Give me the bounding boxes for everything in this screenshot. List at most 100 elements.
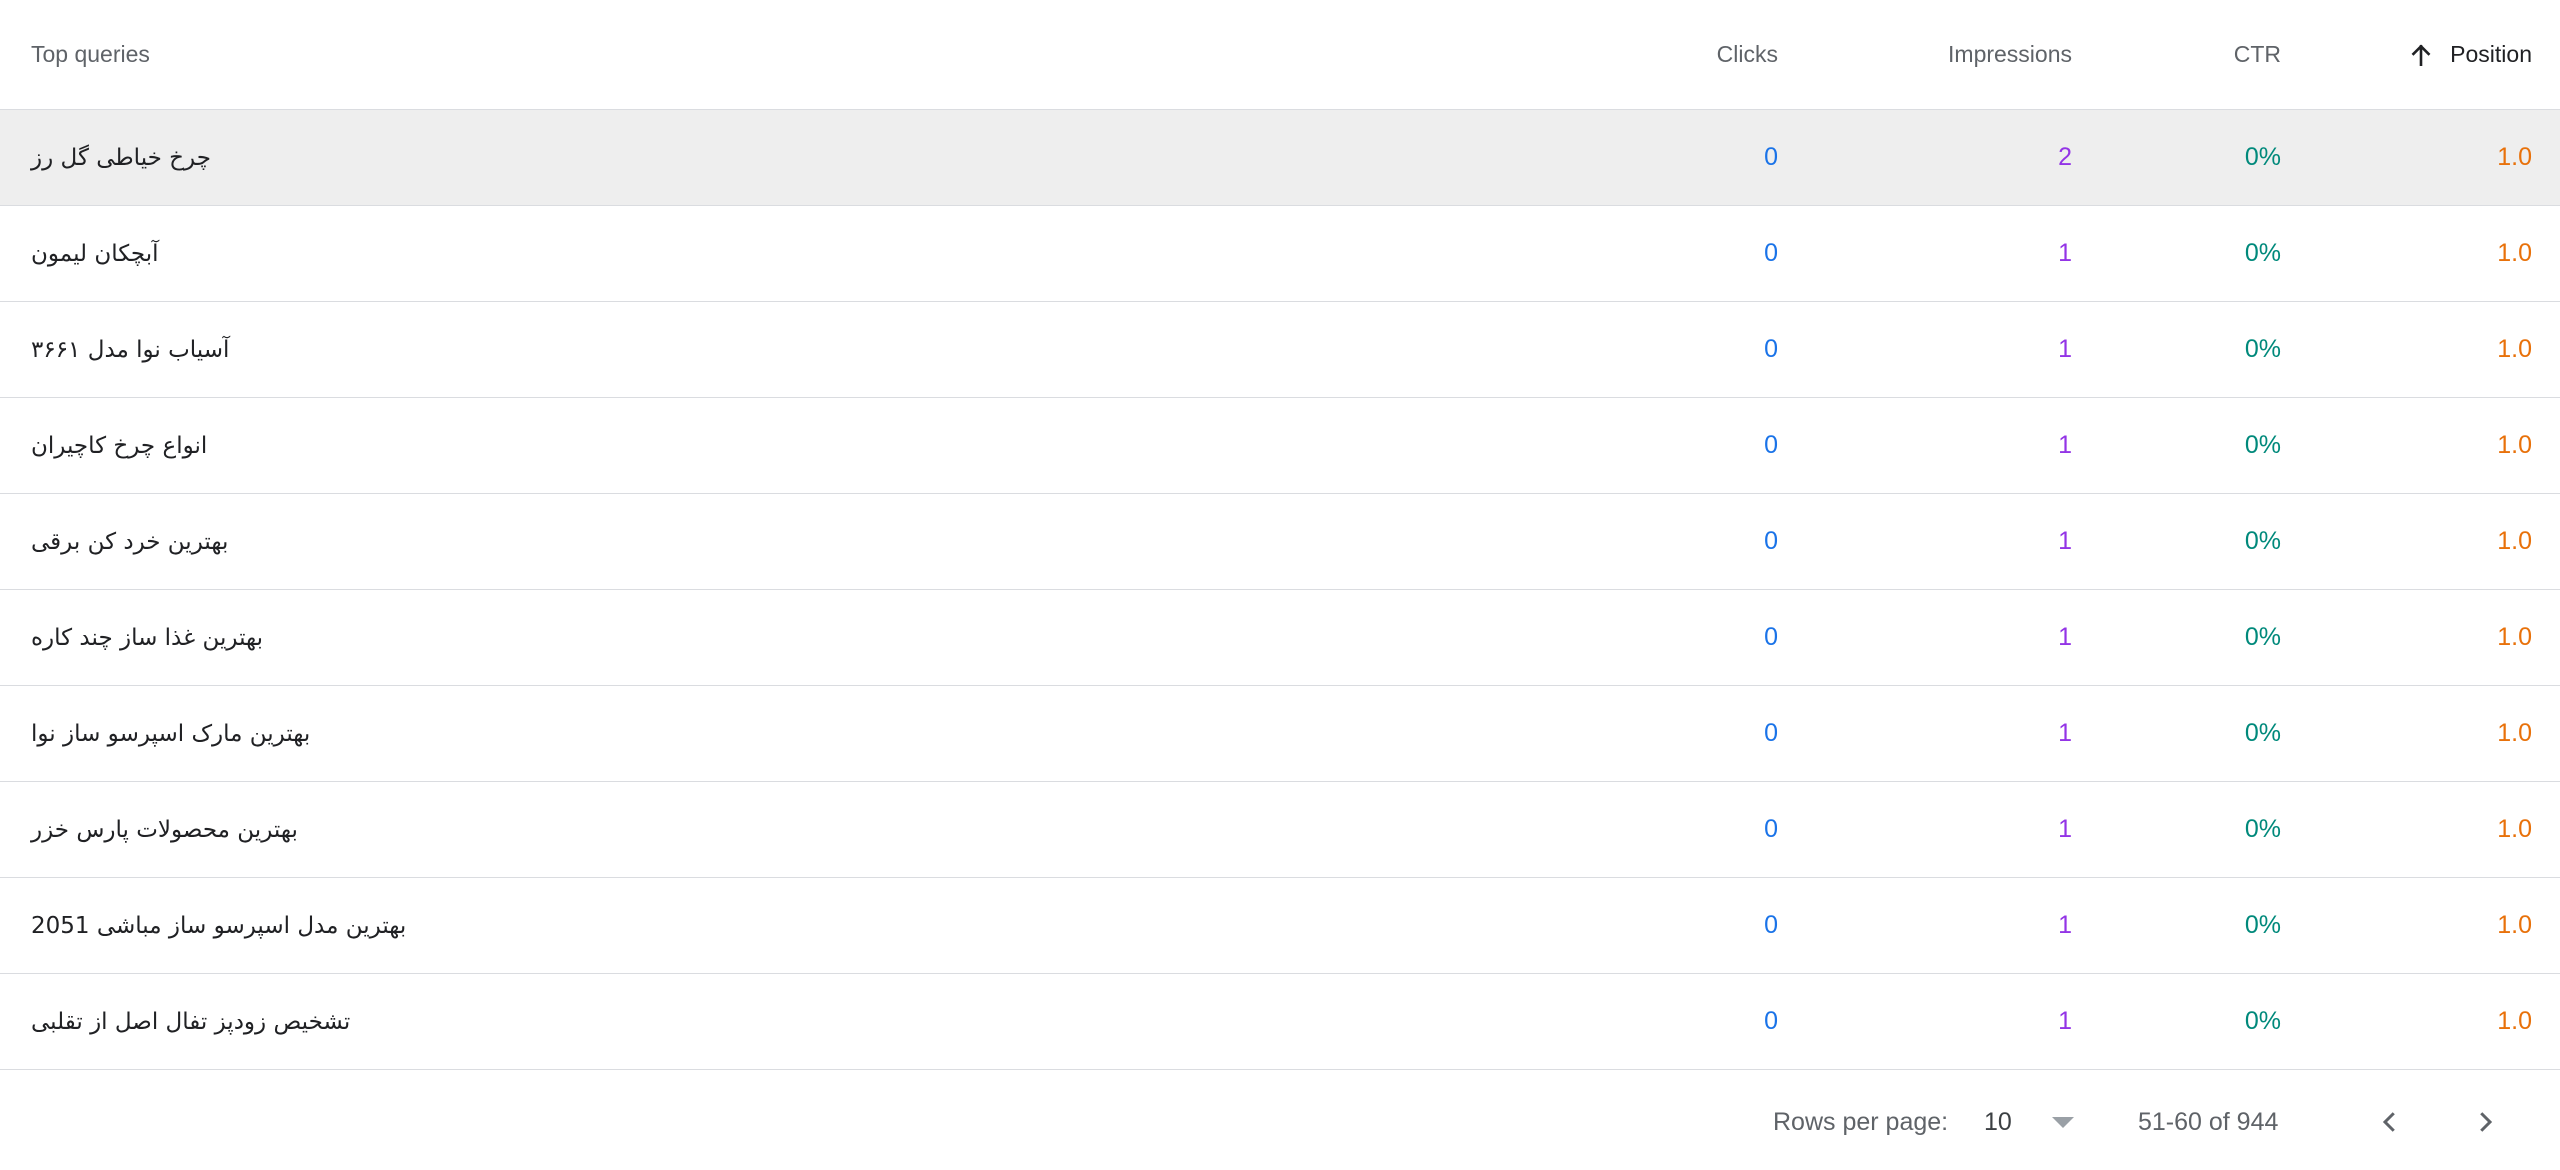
ctr-cell: 0% [2081, 494, 2281, 589]
query-cell: بهترین مارک اسپرسو ساز نوا [31, 686, 1231, 781]
chevron-left-icon [2382, 1112, 2395, 1132]
table-row[interactable]: آسیاب نوا مدل ۳۶۶۱ 0 1 0% 1.0 [0, 302, 2560, 398]
impressions-value: 1 [2058, 719, 2072, 747]
impressions-cell: 1 [1822, 686, 2072, 781]
impressions-cell: 1 [1822, 974, 2072, 1069]
position-cell: 1.0 [2312, 974, 2532, 1069]
impressions-value: 1 [2058, 1007, 2072, 1035]
ctr-value: 0% [2244, 335, 2281, 363]
ctr-cell: 0% [2081, 302, 2281, 397]
ctr-cell: 0% [2081, 398, 2281, 493]
clicks-value: 0 [1764, 335, 1778, 363]
clicks-value: 0 [1764, 815, 1778, 843]
clicks-cell: 0 [1578, 878, 1778, 973]
next-page-button[interactable] [2460, 1097, 2510, 1147]
query-text: تشخیص زودپز تفال اصل از تقلبی [31, 1008, 351, 1035]
rows-per-page-value: 10 [1984, 1108, 2012, 1136]
ctr-cell: 0% [2081, 110, 2281, 205]
header-clicks-cell: Clicks [1578, 0, 1778, 109]
query-cell: بهترین غذا ساز چند کاره [31, 590, 1231, 685]
ctr-cell: 0% [2081, 206, 2281, 301]
query-cell: آبچکان لیمون [31, 206, 1231, 301]
position-cell: 1.0 [2312, 398, 2532, 493]
clicks-value: 0 [1764, 431, 1778, 459]
query-cell: بهترین محصولات پارس خزر [31, 782, 1231, 877]
position-value: 1.0 [2497, 815, 2532, 843]
chevron-right-icon [2480, 1112, 2493, 1132]
impressions-value: 1 [2058, 911, 2072, 939]
impressions-cell: 2 [1822, 110, 2072, 205]
clicks-cell: 0 [1578, 974, 1778, 1069]
query-cell: آسیاب نوا مدل ۳۶۶۱ [31, 302, 1231, 397]
position-cell: 1.0 [2312, 878, 2532, 973]
column-header-ctr[interactable]: CTR [2234, 41, 2281, 68]
column-header-position[interactable]: Position [2312, 0, 2532, 109]
column-header-position-label: Position [2450, 41, 2532, 67]
header-impressions-cell: Impressions [1822, 0, 2072, 109]
clicks-cell: 0 [1578, 302, 1778, 397]
query-text: بهترین غذا ساز چند کاره [31, 624, 264, 651]
impressions-cell: 1 [1822, 398, 2072, 493]
table-row[interactable]: چرخ خیاطی گل رز 0 2 0% 1.0 [0, 110, 2560, 206]
position-cell: 1.0 [2312, 302, 2532, 397]
position-value: 1.0 [2497, 431, 2532, 459]
query-cell: بهترین خرد کن برقی [31, 494, 1231, 589]
position-value: 1.0 [2497, 719, 2532, 747]
clicks-value: 0 [1764, 143, 1778, 171]
pagination-range: 51-60 of 944 [2138, 1108, 2279, 1136]
ctr-cell: 0% [2081, 878, 2281, 973]
clicks-value: 0 [1764, 911, 1778, 939]
query-text: چرخ خیاطی گل رز [31, 144, 211, 171]
position-cell: 1.0 [2312, 494, 2532, 589]
impressions-cell: 1 [1822, 302, 2072, 397]
queries-table: Top queries Clicks Impressions CTR Posit… [0, 0, 2560, 1070]
clicks-cell: 0 [1578, 590, 1778, 685]
column-header-impressions[interactable]: Impressions [1948, 41, 2072, 68]
ctr-value: 0% [2244, 911, 2281, 939]
impressions-value: 1 [2058, 623, 2072, 651]
impressions-value: 1 [2058, 431, 2072, 459]
ctr-cell: 0% [2081, 974, 2281, 1069]
table-row[interactable]: آبچکان لیمون 0 1 0% 1.0 [0, 206, 2560, 302]
ctr-value: 0% [2244, 815, 2281, 843]
position-cell: 1.0 [2312, 110, 2532, 205]
arrow-up-icon [2411, 43, 2431, 66]
impressions-value: 1 [2058, 815, 2072, 843]
column-header-clicks[interactable]: Clicks [1717, 41, 1778, 68]
ctr-value: 0% [2244, 143, 2281, 171]
clicks-cell: 0 [1578, 110, 1778, 205]
clicks-value: 0 [1764, 239, 1778, 267]
impressions-cell: 1 [1822, 782, 2072, 877]
query-text: بهترین محصولات پارس خزر [31, 816, 298, 843]
ctr-cell: 0% [2081, 782, 2281, 877]
position-value: 1.0 [2497, 143, 2532, 171]
clicks-value: 0 [1764, 1007, 1778, 1035]
table-row[interactable]: انواع چرخ کاچیران 0 1 0% 1.0 [0, 398, 2560, 494]
ctr-value: 0% [2244, 719, 2281, 747]
header-query-cell: Top queries [31, 0, 1231, 109]
clicks-cell: 0 [1578, 782, 1778, 877]
table-row[interactable]: بهترین محصولات پارس خزر 0 1 0% 1.0 [0, 782, 2560, 878]
table-row[interactable]: بهترین مارک اسپرسو ساز نوا 0 1 0% 1.0 [0, 686, 2560, 782]
impressions-cell: 1 [1822, 878, 2072, 973]
table-row[interactable]: تشخیص زودپز تفال اصل از تقلبی 0 1 0% 1.0 [0, 974, 2560, 1070]
table-row[interactable]: بهترین مدل اسپرسو ساز مباشی 2051 0 1 0% … [0, 878, 2560, 974]
table-header: Top queries Clicks Impressions CTR Posit… [0, 0, 2560, 110]
position-cell: 1.0 [2312, 782, 2532, 877]
impressions-value: 1 [2058, 239, 2072, 267]
table-row[interactable]: بهترین خرد کن برقی 0 1 0% 1.0 [0, 494, 2560, 590]
rows-per-page-select[interactable]: 10 [1984, 1075, 2074, 1170]
column-header-top-queries[interactable]: Top queries [31, 41, 150, 68]
table-body: چرخ خیاطی گل رز 0 2 0% 1.0 آبچکان لیمون … [0, 110, 2560, 1070]
query-cell: چرخ خیاطی گل رز [31, 110, 1231, 205]
table-row[interactable]: بهترین غذا ساز چند کاره 0 1 0% 1.0 [0, 590, 2560, 686]
query-text: آبچکان لیمون [31, 240, 159, 267]
previous-page-button[interactable] [2365, 1097, 2415, 1147]
ctr-value: 0% [2244, 239, 2281, 267]
position-value: 1.0 [2497, 335, 2532, 363]
clicks-cell: 0 [1578, 686, 1778, 781]
ctr-value: 0% [2244, 527, 2281, 555]
query-text: آسیاب نوا مدل ۳۶۶۱ [31, 336, 230, 363]
table-pagination: Rows per page: 10 51-60 of 944 [0, 1075, 2560, 1170]
position-value: 1.0 [2497, 239, 2532, 267]
